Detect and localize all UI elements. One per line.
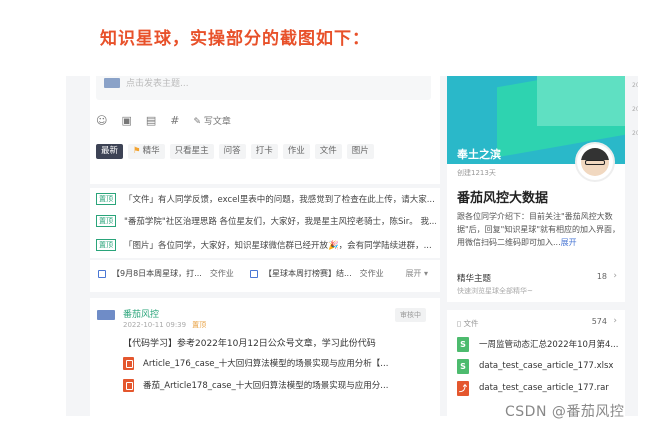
author-avatar[interactable] xyxy=(97,310,115,320)
file-name: data_test_case_article_177.xlsx xyxy=(479,361,614,371)
page-headline: 知识星球，实操部分的截图如下： xyxy=(100,29,370,49)
chevron-right-icon[interactable]: › xyxy=(613,316,617,326)
essence-card[interactable]: 精华主题 快速浏览星球全部精华~ 18 › xyxy=(447,266,625,302)
file-icon[interactable]: ▤ xyxy=(146,114,156,127)
desc-text: 跟各位同学介绍下：目前关注"番茄风控大数据"后，回复"知识星球"就有相应的加入界… xyxy=(457,212,621,247)
right-rail: 20 20 20 xyxy=(632,76,638,416)
post-meta: 2022-10-11 09:39 置顶 xyxy=(123,320,206,330)
group-profile-card: 奉土之滨 创建1213天 番茄风控大数据 跟各位同学介绍下：目前关注"番茄风控大… xyxy=(447,76,625,280)
owner-avatar[interactable] xyxy=(575,142,615,182)
composer-input[interactable]: 点击发表主题... xyxy=(96,76,431,100)
tab-images[interactable]: 图片 xyxy=(346,144,374,159)
sheet-icon: S xyxy=(457,336,469,352)
created-days: 创建1213天 xyxy=(457,169,496,177)
image-icon[interactable]: ▣ xyxy=(121,114,131,127)
list-item[interactable]: 置顶 「文件」有人同学反馈，excel里表中的问题，我感觉到了检查在此上传，请大… xyxy=(96,192,436,206)
files-count: 574 xyxy=(591,317,607,326)
feed-text: 「图片」各位同学，大家好，知识星球微信群已经开放🎉，会有同学陆续进群，... xyxy=(124,241,432,251)
author-name[interactable]: 番茄风控 xyxy=(123,307,159,320)
rail-number: 20 xyxy=(632,106,638,113)
csdn-watermark: CSDN @番茄风控 xyxy=(505,404,625,420)
essence-count: 18 xyxy=(596,272,607,281)
composer-card: 点击发表主题... ☺ ▣ ▤ # ✎ 写文章 最新 ⚑ 精华 只看星主 问答 打… xyxy=(90,76,440,184)
files-title-label: 文件 xyxy=(463,319,479,328)
rail-number: 20 xyxy=(632,130,638,137)
tab-homework[interactable]: 作业 xyxy=(282,144,310,159)
avatar-hair xyxy=(581,148,609,160)
group-description: 跟各位同学介绍下：目前关注"番茄风控大数据"后，回复"知识星球"就有相应的加入界… xyxy=(457,210,622,249)
avatar-glasses xyxy=(585,160,605,165)
chevron-right-icon: › xyxy=(613,271,617,281)
composer-placeholder: 点击发表主题... xyxy=(126,79,189,89)
tab-owner-only[interactable]: 只看星主 xyxy=(169,144,214,159)
files-title: ▯ 文件 xyxy=(457,318,479,329)
tab-qa[interactable]: 问答 xyxy=(218,144,246,159)
pin-text: 【星球本周打榜赛】结... xyxy=(264,269,352,278)
pinned-feed: 置顶 「文件」有人同学反馈，excel里表中的问题，我感觉到了检查在此上传，请大… xyxy=(90,188,440,258)
list-item[interactable]: 置顶 「图片」各位同学，大家好，知识星球微信群已经开放🎉，会有同学陆续进群，..… xyxy=(96,238,436,252)
status-badge: 审核中 xyxy=(395,308,426,322)
pin-text: 【9月8日本周星球，打... xyxy=(112,269,202,278)
essence-subtitle: 快速浏览星球全部精华~ xyxy=(457,287,533,295)
tab-latest[interactable]: 最新 xyxy=(96,144,124,159)
user-avatar xyxy=(104,78,120,88)
homework-pins: 【9月8日本周星球，打... 交作业 【星球本周打榜赛】结... 交作业 展开 … xyxy=(90,260,440,292)
sheet-icon: S xyxy=(457,358,469,374)
pin-type: 交作业 xyxy=(209,269,234,278)
checkbox-icon xyxy=(250,269,258,278)
post-topic: 置顶 xyxy=(192,321,207,329)
zsxq-screenshot: 点击发表主题... ☺ ▣ ▤ # ✎ 写文章 最新 ⚑ 精华 只看星主 问答 打… xyxy=(66,76,638,416)
post-date: 2022-10-11 09:39 xyxy=(123,321,187,329)
pinned-tag: 置顶 xyxy=(96,239,116,251)
banner-shape xyxy=(537,76,625,126)
file-item[interactable]: S 一周监管动态汇总2022年10月第4... xyxy=(457,336,618,352)
pdf-icon xyxy=(123,356,134,370)
expand-button[interactable]: 展开 ▾ xyxy=(405,268,428,279)
tab-checkin[interactable]: 打卡 xyxy=(250,144,278,159)
essence-badge-icon: ⚑ xyxy=(133,146,141,156)
pdf-icon xyxy=(123,378,134,392)
file-small-icon: ▯ xyxy=(457,319,462,328)
expand-link[interactable]: 展开 xyxy=(561,238,577,247)
post-card: 番茄风控 2022-10-11 09:39 置顶 审核中 【代码学习】参考2022… xyxy=(90,298,440,416)
composer-toolbar: ☺ ▣ ▤ # ✎ 写文章 xyxy=(96,114,231,127)
file-item[interactable]: ⤴ data_test_case_article_177.rar xyxy=(457,380,609,396)
checkbox-icon xyxy=(98,269,106,278)
pinned-tag: 置顶 xyxy=(96,193,116,205)
attachment-item[interactable]: 番茄_Article178_case_十大回归算法模型的场景实现与应用分... xyxy=(123,378,388,392)
essence-title: 精华主题 xyxy=(457,274,492,284)
file-name: data_test_case_article_177.rar xyxy=(479,383,609,393)
pinned-tag: 置顶 xyxy=(96,215,116,227)
feed-text: "番茄学院"社区治理思路 各位星友们，大家好，我是星主风控老骑士，陈Sir。 我… xyxy=(124,217,436,227)
emoji-icon[interactable]: ☺ xyxy=(96,114,107,127)
pin-item[interactable]: 【星球本周打榜赛】结... 交作业 xyxy=(250,268,384,279)
tab-essence[interactable]: ⚑ 精华 xyxy=(128,144,165,159)
attachment-name: 番茄_Article178_case_十大回归算法模型的场景实现与应用分... xyxy=(143,381,389,391)
tab-files[interactable]: 文件 xyxy=(314,144,342,159)
banner-name: 奉土之滨 xyxy=(457,148,501,161)
feed-tabs: 最新 ⚑ 精华 只看星主 问答 打卡 作业 文件 图片 xyxy=(96,144,374,159)
write-article-button[interactable]: ✎ 写文章 xyxy=(194,114,231,127)
write-article-label: 写文章 xyxy=(203,117,231,127)
feed-text: 「文件」有人同学反馈，excel里表中的问题，我感觉到了检查在此上传，请大家..… xyxy=(124,195,435,205)
hashtag-icon[interactable]: # xyxy=(170,114,179,127)
list-item[interactable]: 置顶 "番茄学院"社区治理思路 各位星友们，大家好，我是星主风控老骑士，陈Sir… xyxy=(96,214,436,228)
rail-number: 20 xyxy=(632,82,638,89)
attachment-name: Article_176_case_十大回归算法模型的场景实现与应用分析【... xyxy=(143,359,389,369)
avatar-face xyxy=(581,148,609,176)
archive-icon: ⤴ xyxy=(457,380,469,396)
tab-essence-label: 精华 xyxy=(142,146,160,156)
pin-type: 交作业 xyxy=(359,269,384,278)
attachment-item[interactable]: Article_176_case_十大回归算法模型的场景实现与应用分析【... xyxy=(123,356,388,370)
group-name: 番茄风控大数据 xyxy=(457,191,549,206)
file-item[interactable]: S data_test_case_article_177.xlsx xyxy=(457,358,613,374)
pin-item[interactable]: 【9月8日本周星球，打... 交作业 xyxy=(98,268,234,279)
file-name: 一周监管动态汇总2022年10月第4... xyxy=(479,340,619,350)
post-text: 【代码学习】参考2022年10月12日公众号文章，学习此份代码 xyxy=(123,339,376,349)
